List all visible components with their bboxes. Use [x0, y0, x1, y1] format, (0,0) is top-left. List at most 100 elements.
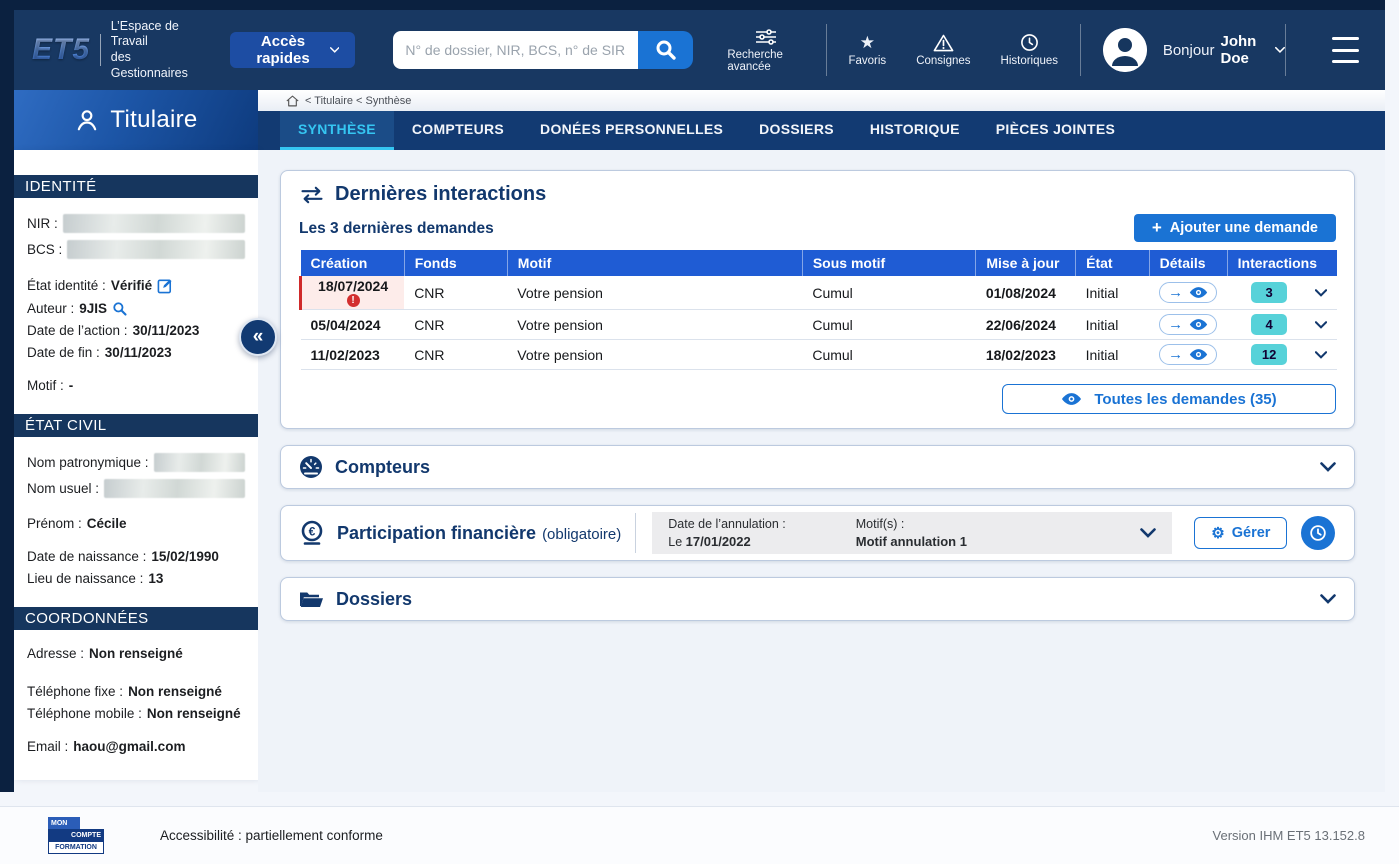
- details-cell: →: [1149, 276, 1227, 310]
- add-request-button[interactable]: + Ajouter une demande: [1134, 214, 1336, 242]
- search-button[interactable]: [638, 31, 693, 69]
- eye-icon[interactable]: [1189, 348, 1208, 361]
- interaction-count-badge: 4: [1251, 314, 1287, 335]
- go-to-icon[interactable]: →: [1168, 285, 1183, 300]
- go-to-icon[interactable]: →: [1168, 317, 1183, 332]
- accessibility-statement: Accessibilité : partiellement conforme: [160, 828, 383, 843]
- star-icon: ★: [860, 34, 875, 52]
- patronymic-name-field: Nom patronymique :: [27, 453, 245, 472]
- sidebar-collapse-button[interactable]: «: [239, 318, 277, 356]
- plus-icon: +: [1152, 218, 1162, 238]
- motif-cell: Votre pension: [507, 340, 802, 370]
- window-frame-left: [0, 0, 14, 792]
- end-date-field: Date de fin : 30/11/2023: [27, 345, 245, 360]
- col-details: Détails: [1149, 250, 1227, 276]
- tab-synthese[interactable]: SYNTHÈSE: [280, 111, 394, 150]
- chevron-down-icon[interactable]: [1320, 462, 1336, 472]
- participation-section-bar: € Participation financière(obligatoire) …: [280, 505, 1355, 561]
- dossiers-section-bar[interactable]: Dossiers: [280, 577, 1355, 621]
- col-fonds: Fonds: [404, 250, 507, 276]
- tab-dossiers[interactable]: DOSSIERS: [741, 111, 852, 150]
- interaction-count-badge: 12: [1251, 344, 1287, 365]
- chevron-down-icon[interactable]: [1140, 528, 1156, 538]
- requests-table: Création Fonds Motif Sous motif Mise à j…: [299, 250, 1337, 370]
- fonds-cell: CNR: [404, 340, 507, 370]
- details-button[interactable]: →: [1159, 314, 1217, 335]
- window-frame-top: [0, 0, 1385, 10]
- chevron-down-icon: [1315, 289, 1327, 297]
- action-date-field: Date de l’action : 30/11/2023: [27, 323, 245, 338]
- header-divider: [1285, 24, 1286, 76]
- birth-place-field: Lieu de naissance : 13: [27, 571, 245, 586]
- motif-cell: Votre pension: [507, 310, 802, 340]
- participation-title: Participation financière(obligatoire): [337, 523, 621, 544]
- vertical-divider: [635, 513, 636, 553]
- table-header-row: Création Fonds Motif Sous motif Mise à j…: [301, 250, 1338, 276]
- history-clock-button[interactable]: [1301, 516, 1335, 550]
- email-field: Email : haou@gmail.com: [27, 739, 245, 754]
- col-creation: Création: [301, 250, 405, 276]
- etat-cell: Initial: [1076, 340, 1150, 370]
- motif-cell: Votre pension: [507, 276, 802, 310]
- col-sous-motif: Sous motif: [802, 250, 976, 276]
- author-search-button[interactable]: [112, 301, 127, 316]
- search-icon: [112, 301, 127, 316]
- advanced-search-button[interactable]: Recherche avancée: [727, 28, 803, 73]
- main-content: Dernières interactions Les 3 dernières d…: [258, 150, 1385, 792]
- details-button[interactable]: →: [1159, 344, 1217, 365]
- consignes-button[interactable]: Consignes: [916, 34, 970, 67]
- expand-row-button[interactable]: [1315, 289, 1327, 297]
- creation-cell-alert: 18/07/2024 !: [301, 276, 405, 310]
- historiques-button[interactable]: Historiques: [1001, 33, 1059, 67]
- tab-historique[interactable]: HISTORIQUE: [852, 111, 978, 150]
- favorites-button[interactable]: ★ Favoris: [848, 34, 886, 67]
- landline-field: Téléphone fixe : Non renseigné: [27, 684, 245, 699]
- usual-name-redacted-value: [104, 479, 245, 498]
- header-divider: [1080, 24, 1081, 76]
- details-cell: →: [1149, 340, 1227, 370]
- go-to-icon[interactable]: →: [1168, 347, 1183, 362]
- all-requests-button[interactable]: Toutes les demandes (35): [1002, 384, 1336, 414]
- person-outline-icon: [74, 107, 100, 133]
- global-search: [393, 31, 693, 69]
- tab-donees-personnelles[interactable]: DONÉES PERSONNELLES: [522, 111, 741, 150]
- birth-date-field: Date de naissance : 15/02/1990: [27, 549, 245, 564]
- quick-access-button[interactable]: Accès rapides: [230, 32, 355, 68]
- nir-redacted-value: [63, 214, 245, 233]
- clock-icon: [1309, 524, 1327, 542]
- sous-motif-cell: Cumul: [802, 276, 976, 310]
- motif-field: Motif : -: [27, 378, 245, 393]
- hamburger-menu-button[interactable]: [1332, 37, 1359, 63]
- compteurs-section-bar[interactable]: Compteurs: [280, 445, 1355, 489]
- tab-pieces-jointes[interactable]: PIÈCES JOINTES: [978, 111, 1133, 150]
- search-input[interactable]: [393, 31, 638, 69]
- interactions-subtitle-row: Les 3 dernières demandes + Ajouter une d…: [299, 214, 1336, 242]
- edit-identity-state-button[interactable]: [157, 277, 174, 294]
- table-row: 11/02/2023 CNR Votre pension Cumul 18/02…: [301, 340, 1338, 370]
- author-field: Auteur : 9JIS: [27, 301, 245, 316]
- tab-compteurs[interactable]: COMPTEURS: [394, 111, 522, 150]
- expand-row-button[interactable]: [1315, 351, 1327, 359]
- search-icon: [655, 39, 677, 61]
- home-icon: [286, 95, 299, 107]
- app-root: ET5 L’Espace de Travail des Gestionnaire…: [0, 0, 1399, 864]
- user-menu[interactable]: Bonjour John Doe: [1103, 28, 1286, 72]
- chevron-down-icon[interactable]: [1320, 594, 1336, 604]
- eye-icon[interactable]: [1189, 318, 1208, 331]
- gerer-button[interactable]: ⚙ Gérer: [1194, 517, 1287, 549]
- expand-row-button[interactable]: [1315, 321, 1327, 329]
- clock-icon: [1020, 33, 1039, 52]
- header-quick-icons: ★ Favoris Consignes Historiques: [848, 33, 1058, 67]
- interactions-cell: 12: [1227, 340, 1337, 370]
- civil-state-section-heading: ÉTAT CIVIL: [14, 414, 258, 437]
- details-cell: →: [1149, 310, 1227, 340]
- breadcrumb[interactable]: < Titulaire < Synthèse: [258, 90, 1385, 111]
- interactions-title-row: Dernières interactions: [299, 183, 1336, 206]
- details-button[interactable]: →: [1159, 282, 1217, 303]
- app-logo[interactable]: ET5 L’Espace de Travail des Gestionnaire…: [32, 19, 188, 82]
- chevron-down-icon: [1315, 321, 1327, 329]
- identity-section: NIR : BCS : État identité : Vérifié Aute…: [14, 198, 258, 414]
- bcs-field: BCS :: [27, 240, 245, 259]
- table-row: 05/04/2024 CNR Votre pension Cumul 22/06…: [301, 310, 1338, 340]
- eye-icon[interactable]: [1189, 286, 1208, 299]
